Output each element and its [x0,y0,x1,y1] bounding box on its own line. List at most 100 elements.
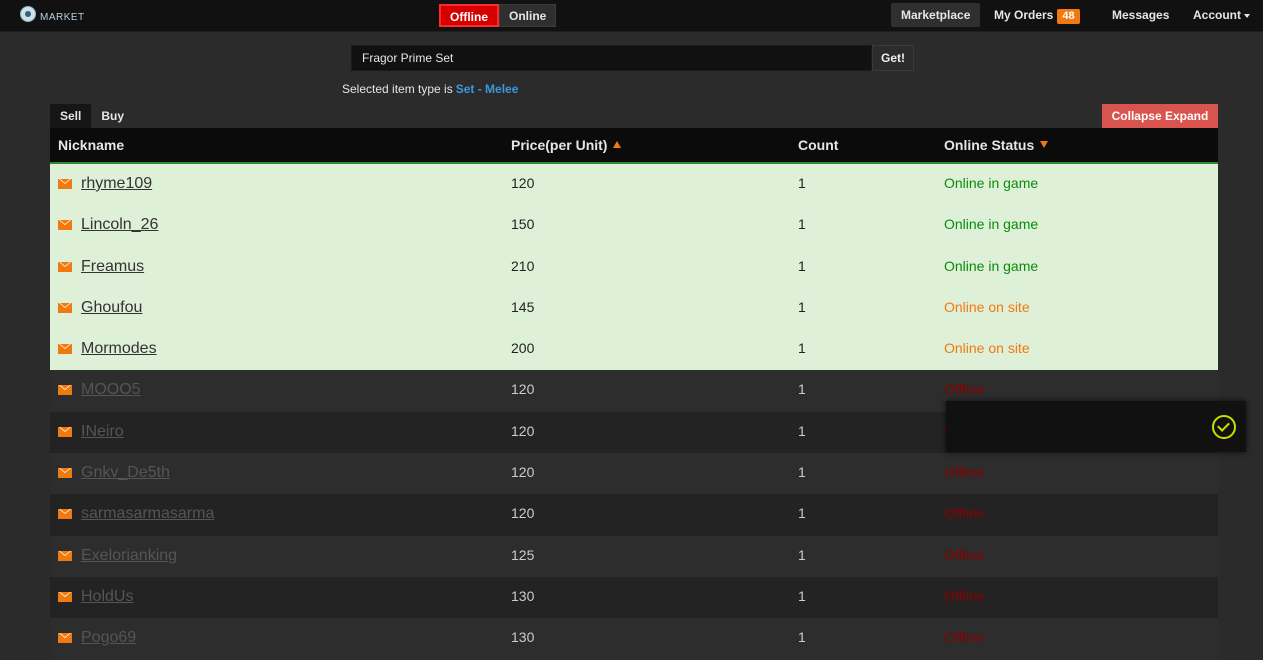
sort-desc-icon [1040,141,1049,148]
nickname-link[interactable]: Lincoln_26 [81,216,158,234]
orders-table: Nickname Price(per Unit) Count Online St… [50,128,1218,660]
nickname-link[interactable]: sarmasarmasarma [81,505,214,523]
table-row: Gnkv_De5th 120 1 Offline [50,453,1218,495]
status-cell: Online in game [944,216,1039,233]
table-row: HoldUs 130 1 Offline [50,576,1218,619]
price-cell: 210 [511,257,535,274]
count-cell: 1 [798,629,806,646]
mail-icon[interactable] [58,385,72,396]
price-cell: 130 [511,629,535,646]
column-header-count[interactable]: Count [798,137,838,153]
notification-toast [946,401,1246,452]
count-cell: 1 [798,381,806,398]
count-cell: 1 [798,505,806,522]
count-cell: 1 [798,216,806,233]
status-cell: Online on site [944,298,1030,315]
status-cell: Offline [944,629,985,646]
price-cell: 120 [511,381,535,398]
offline-mode-button[interactable]: Offline [439,4,499,27]
status-cell: Online in game [944,257,1039,274]
table-row: Mormodes 200 1 Online on site [50,329,1218,371]
online-mode-button[interactable]: Online [499,4,557,27]
mail-icon[interactable] [58,302,72,313]
status-cell: Offline [944,464,985,481]
mail-icon[interactable] [58,344,72,355]
price-cell: 150 [511,216,535,233]
price-cell: 130 [511,587,535,604]
nickname-link[interactable]: rhyme109 [81,175,152,193]
mail-icon[interactable] [58,591,72,602]
mail-icon[interactable] [58,509,72,520]
status-cell: Offline [944,381,985,398]
nav-marketplace[interactable]: Marketplace [891,3,981,27]
nickname-link[interactable]: HoldUs [81,588,133,606]
mail-icon[interactable] [58,633,72,644]
mail-icon[interactable] [58,179,72,189]
collapse-expand-button[interactable]: Collapse Expand [1102,104,1218,128]
table-row: Lincoln_26 150 1 Online in game [50,205,1218,247]
nickname-link[interactable]: Mormodes [81,340,157,358]
nav-account[interactable]: Account [1193,3,1250,27]
status-cell: Offline [944,587,985,604]
selected-item-type: Selected item type is Set - Melee [342,82,518,96]
price-cell: 125 [511,546,535,563]
nickname-link[interactable]: Freamus [81,258,144,276]
tab-sell[interactable]: Sell [50,104,92,128]
price-cell: 120 [511,464,535,481]
table-header: Nickname Price(per Unit) Count Online St… [50,128,1218,164]
column-header-nickname[interactable]: Nickname [58,137,124,153]
count-cell: 1 [798,257,806,274]
price-cell: 200 [511,340,535,357]
sort-asc-icon [613,141,622,148]
status-cell: Offline [944,505,985,522]
mail-icon[interactable] [58,220,72,231]
nickname-link[interactable]: INeiro [81,423,124,441]
item-search-input[interactable] [351,45,872,71]
count-cell: 1 [798,464,806,481]
status-toggle-group: Offline Online [439,4,557,27]
nickname-link[interactable]: Exelorianking [81,547,177,565]
table-row: rhyme109 120 1 Online in game [50,164,1218,206]
mail-icon[interactable] [58,261,72,272]
nav-my-orders[interactable]: My Orders 48 [994,3,1080,27]
column-header-price-label: Price(per Unit) [511,137,608,153]
top-navbar: MARKET Offline Online Marketplace My Ord… [0,0,1263,32]
nav-messages[interactable]: Messages [1112,3,1169,27]
status-cell: Online on site [944,340,1030,357]
nickname-link[interactable]: Gnkv_De5th [81,464,170,482]
price-cell: 120 [511,422,535,439]
site-logo[interactable]: MARKET [20,6,85,23]
item-type-link[interactable]: Set - Melee [456,82,519,96]
count-cell: 1 [798,422,806,439]
orders-count-badge: 48 [1057,9,1080,24]
order-type-tabs: Sell Buy [50,104,134,128]
mail-icon[interactable] [58,550,72,561]
status-cell: Offline [944,546,985,563]
table-row: Pogo69 130 1 Offline [50,618,1218,660]
mail-icon[interactable] [58,468,72,479]
count-cell: 1 [798,340,806,357]
nickname-link[interactable]: MOOO5 [81,381,141,399]
nav-account-label: Account [1193,8,1241,22]
check-circle-icon [1212,415,1236,439]
column-header-status[interactable]: Online Status [944,137,1049,153]
item-type-prefix: Selected item type is [342,82,453,96]
table-row: Exelorianking 125 1 Offline [50,535,1218,577]
status-cell: Online in game [944,175,1039,191]
price-cell: 120 [511,175,535,191]
tab-buy[interactable]: Buy [91,104,134,128]
get-button[interactable]: Get! [872,45,914,71]
count-cell: 1 [798,587,806,604]
nickname-link[interactable]: Ghoufou [81,299,142,317]
table-row: Ghoufou 145 1 Online on site [50,287,1218,330]
table-row: Freamus 210 1 Online in game [50,246,1218,288]
price-cell: 120 [511,505,535,522]
mail-icon[interactable] [58,426,72,437]
count-cell: 1 [798,298,806,315]
table-row: sarmasarmasarma 120 1 Offline [50,494,1218,536]
count-cell: 1 [798,546,806,563]
column-header-price[interactable]: Price(per Unit) [511,137,622,153]
nav-my-orders-label: My Orders [994,8,1054,22]
nickname-link[interactable]: Pogo69 [81,629,136,647]
logo-icon [20,6,36,22]
